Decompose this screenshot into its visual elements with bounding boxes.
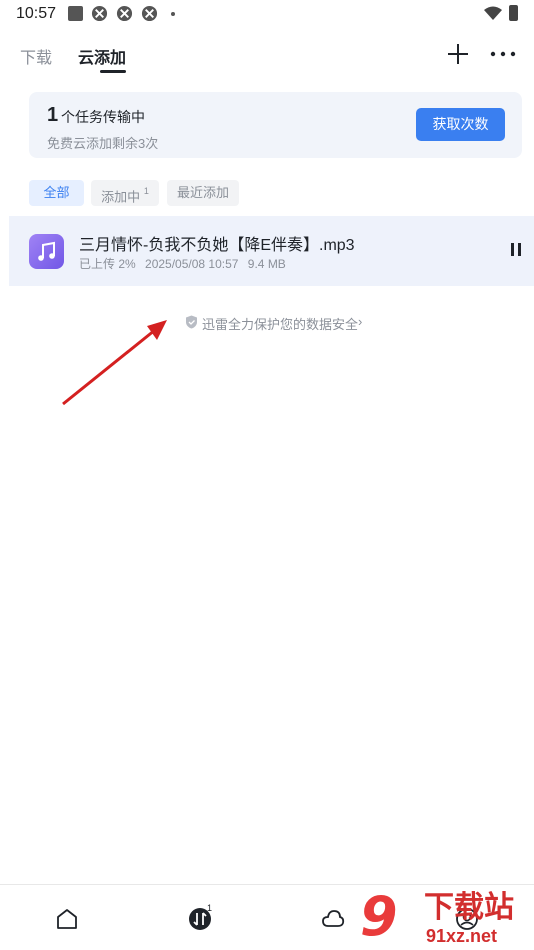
list-item[interactable]: 三月情怀-负我不负她【降E伴奏】.mp3 已上传 2% 2025/05/08 1… [9, 216, 534, 286]
status-time: 10:57 [16, 5, 57, 22]
upload-date: 2025/05/08 10:57 [145, 257, 239, 271]
notification-icon [141, 5, 158, 22]
home-icon[interactable] [55, 907, 79, 931]
file-name: 三月情怀-负我不负她【降E伴奏】.mp3 [79, 237, 355, 254]
battery-icon [509, 5, 518, 21]
music-note-icon [29, 234, 64, 269]
filter-adding[interactable]: 添加中 1 [91, 180, 159, 206]
filter-adding-badge: 1 [143, 186, 149, 196]
add-icon[interactable] [446, 42, 470, 66]
watermark-domain: 91xz.net [426, 926, 498, 946]
tab-cloud-add[interactable]: 云添加 [78, 44, 126, 68]
cloud-icon[interactable] [321, 907, 345, 931]
more-notifications-dot [171, 12, 175, 16]
notification-icon [116, 5, 133, 22]
file-meta: 已上传 2% 2025/05/08 10:57 9.4 MB [79, 255, 292, 272]
task-count: 1 [47, 104, 59, 126]
chevron-right-icon: › [358, 314, 363, 329]
filter-recent[interactable]: 最近添加 [167, 180, 239, 206]
security-text: 迅雷全力保护您的数据安全 [202, 317, 359, 332]
shield-icon [186, 315, 197, 329]
pause-icon[interactable] [509, 242, 523, 258]
notification-icon [91, 5, 108, 22]
notification-app-icon [68, 6, 83, 21]
filter-adding-label: 添加中 [101, 189, 141, 205]
get-quota-button[interactable]: 获取次数 [416, 108, 505, 141]
watermark-logo: 9 下载站 91xz.net [360, 888, 534, 950]
task-summary-card: 1 个任务传输中 免费云添加剩余3次 获取次数 [29, 92, 522, 158]
tab-download[interactable]: 下载 [20, 44, 52, 68]
wifi-icon [484, 6, 502, 20]
task-count-label: 个任务传输中 [61, 109, 145, 125]
annotation-arrow [62, 320, 167, 406]
watermark-title: 下载站 [424, 891, 514, 924]
transfer-badge: 1 [207, 903, 213, 913]
free-quota-text: 免费云添加剩余3次 [47, 136, 159, 151]
file-size: 9.4 MB [247, 257, 286, 271]
more-icon[interactable] [490, 42, 516, 66]
filter-all[interactable]: 全部 [29, 180, 84, 206]
upload-status: 已上传 2% [79, 257, 136, 271]
watermark-logo-mark: 9 [360, 885, 398, 948]
status-bar: 10:57 [0, 0, 534, 28]
active-tab-indicator [100, 70, 126, 73]
